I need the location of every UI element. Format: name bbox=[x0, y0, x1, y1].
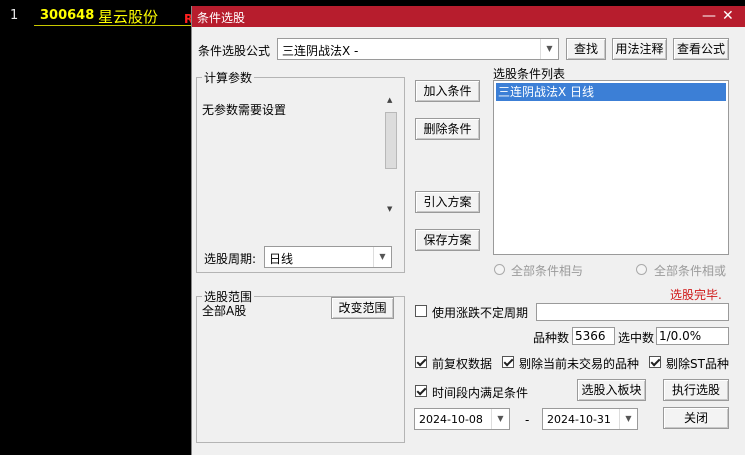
row-number: 1 bbox=[10, 8, 19, 23]
minimize-icon[interactable]: — bbox=[702, 7, 716, 25]
stock-screener-dialog: 条件选股 — ✕ 条件选股公式 三连阴战法X - ▼ 查找 用法注释 查看公式 … bbox=[191, 6, 745, 455]
status-text: 选股完毕. bbox=[670, 288, 722, 302]
radio-and[interactable] bbox=[494, 264, 505, 275]
date-from-value: 2024-10-08 bbox=[419, 413, 483, 426]
selected-label: 选中数 bbox=[618, 331, 655, 345]
period-select[interactable]: 日线 ▼ bbox=[264, 246, 392, 268]
stock-name: 星云股份 bbox=[98, 8, 159, 26]
chevron-down-icon[interactable]: ▼ bbox=[491, 409, 509, 429]
remove-st-checkbox[interactable] bbox=[649, 356, 661, 368]
forward-adjust-label: 前复权数据 bbox=[432, 357, 493, 371]
view-formula-button[interactable]: 查看公式 bbox=[673, 38, 729, 60]
params-scrollbar[interactable]: ▲ ▼ bbox=[384, 93, 399, 217]
row-underline bbox=[34, 25, 194, 26]
chevron-down-icon[interactable]: ▼ bbox=[619, 409, 637, 429]
usage-notes-button[interactable]: 用法注释 bbox=[612, 38, 667, 60]
irregular-period-field[interactable] bbox=[536, 303, 729, 321]
execute-button[interactable]: 执行选股 bbox=[663, 379, 729, 401]
selected-field: 1/0.0% bbox=[656, 327, 729, 345]
count-label: 品种数 bbox=[533, 331, 570, 345]
radio-or-label: 全部条件相或 bbox=[654, 264, 727, 278]
scroll-up-icon[interactable]: ▲ bbox=[387, 96, 392, 104]
to-sector-button[interactable]: 选股入板块 bbox=[577, 379, 646, 401]
title-bar[interactable]: 条件选股 — ✕ bbox=[192, 6, 745, 27]
date-from-select[interactable]: 2024-10-08 ▼ bbox=[414, 408, 510, 430]
scroll-thumb[interactable] bbox=[385, 112, 397, 169]
scroll-down-icon[interactable]: ▼ bbox=[387, 205, 392, 213]
time-range-checkbox[interactable] bbox=[415, 385, 427, 397]
remove-st-label: 剔除ST品种 bbox=[666, 357, 729, 371]
chevron-down-icon[interactable]: ▼ bbox=[373, 247, 391, 267]
date-separator: - bbox=[525, 413, 530, 427]
radio-or[interactable] bbox=[636, 264, 647, 275]
save-plan-button[interactable]: 保存方案 bbox=[415, 229, 480, 251]
import-plan-button[interactable]: 引入方案 bbox=[415, 191, 480, 213]
time-range-label: 时间段内满足条件 bbox=[432, 386, 529, 400]
period-value: 日线 bbox=[269, 252, 294, 266]
add-condition-button[interactable]: 加入条件 bbox=[415, 80, 480, 102]
selected-value: 1/0.0% bbox=[659, 329, 702, 343]
change-range-button[interactable]: 改变范围 bbox=[331, 297, 394, 319]
close-icon[interactable]: ✕ bbox=[722, 7, 734, 25]
params-text: 无参数需要设置 bbox=[202, 103, 287, 117]
remove-untraded-checkbox[interactable] bbox=[502, 356, 514, 368]
remove-untraded-label: 剔除当前未交易的品种 bbox=[519, 357, 640, 371]
dialog-title: 条件选股 bbox=[197, 11, 246, 25]
irregular-period-checkbox[interactable] bbox=[415, 305, 427, 317]
formula-label: 条件选股公式 bbox=[198, 44, 271, 58]
params-group-title: 计算参数 bbox=[202, 69, 255, 86]
forward-adjust-checkbox[interactable] bbox=[415, 356, 427, 368]
close-button[interactable]: 关闭 bbox=[663, 407, 729, 429]
count-value: 5366 bbox=[575, 329, 606, 343]
formula-select[interactable]: 三连阴战法X - ▼ bbox=[277, 38, 559, 60]
chevron-down-icon[interactable]: ▼ bbox=[540, 39, 558, 59]
formula-value: 三连阴战法X - bbox=[282, 44, 359, 58]
condition-item[interactable]: 三连阴战法X 日线 bbox=[496, 83, 726, 101]
date-to-select[interactable]: 2024-10-31 ▼ bbox=[542, 408, 638, 430]
period-label: 选股周期: bbox=[204, 252, 257, 266]
delete-condition-button[interactable]: 删除条件 bbox=[415, 118, 480, 140]
radio-and-label: 全部条件相与 bbox=[511, 264, 584, 278]
irregular-period-label: 使用涨跌不定周期 bbox=[432, 306, 529, 320]
count-field: 5366 bbox=[572, 327, 615, 345]
date-to-value: 2024-10-31 bbox=[547, 413, 611, 426]
stock-code: 300648 bbox=[40, 8, 95, 23]
range-value: 全部A股 bbox=[202, 304, 247, 318]
find-button[interactable]: 查找 bbox=[566, 38, 606, 60]
conditions-listbox[interactable]: 三连阴战法X 日线 bbox=[493, 80, 729, 255]
